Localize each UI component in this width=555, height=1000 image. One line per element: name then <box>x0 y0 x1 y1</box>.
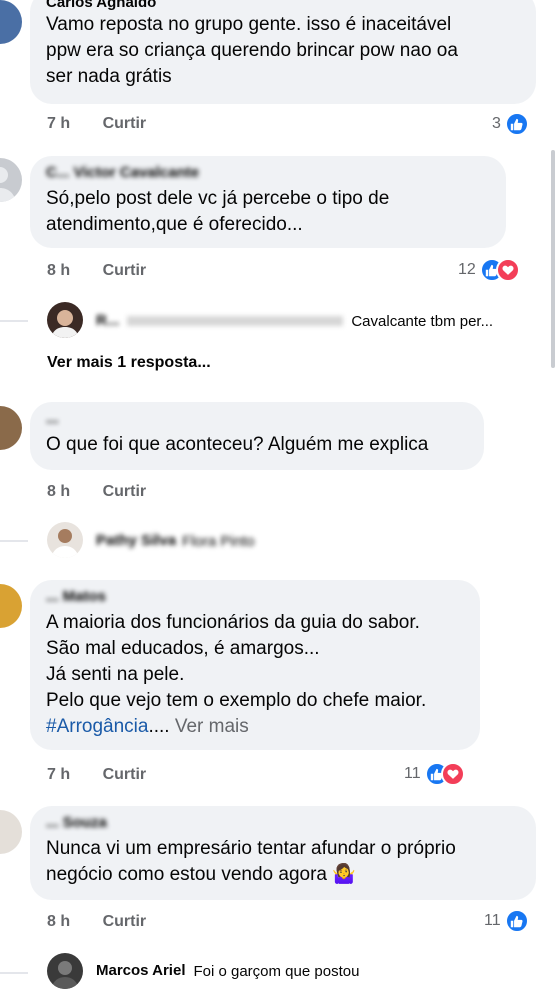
comment-meta: 7 h Curtir <box>47 115 146 133</box>
scrollbar[interactable] <box>551 150 555 368</box>
comment-meta: 8 h Curtir <box>47 913 146 931</box>
reply-preview[interactable]: Marcos Ariel Foi o garçom que postou <box>96 962 359 980</box>
comment-line: Vamo reposta no grupo gente. isso é inac… <box>46 14 452 35</box>
comment-meta: 7 h Curtir <box>47 766 146 784</box>
reaction-count-label: 12 <box>458 261 476 278</box>
reaction-count[interactable]: 3 <box>492 112 529 136</box>
comment-line-last: #Arrogância.... Ver mais <box>46 714 464 740</box>
hashtag-link[interactable]: #Arrogância <box>46 716 148 737</box>
reaction-count[interactable]: 11 <box>404 762 465 786</box>
heart-reaction-icon <box>495 258 520 282</box>
reply-text: Flora Pinto <box>182 532 255 550</box>
thread-connector <box>0 972 28 974</box>
comment-line: Só,pelo post dele vc já percebe o tipo d… <box>46 188 390 209</box>
reply-preview[interactable]: R... Cavalcante tbm per... <box>96 312 536 330</box>
like-button[interactable]: Curtir <box>103 766 147 783</box>
comment-line: São mal educados, é amargos... <box>46 638 320 659</box>
comment-bubble: C... Victor Cavalcante Só,pelo post dele… <box>30 156 506 248</box>
like-button[interactable]: Curtir <box>103 115 147 132</box>
reaction-count[interactable]: 12 <box>458 258 520 282</box>
ellipsis: .... <box>148 716 170 737</box>
reaction-count-label: 3 <box>492 115 501 132</box>
comment-time[interactable]: 8 h <box>47 483 70 500</box>
avatar[interactable] <box>47 953 83 989</box>
comment-line: atendimento,que é oferecido... <box>46 214 303 235</box>
comment-line: ppw era so criança querendo brincar pow … <box>46 40 458 61</box>
heart-reaction-icon <box>440 762 465 786</box>
avatar[interactable] <box>0 584 22 628</box>
comment-line: O que foi que aconteceu? Alguém me expli… <box>46 434 429 455</box>
comment-time[interactable]: 7 h <box>47 115 70 132</box>
comment-bubble: ... O que foi que aconteceu? Alguém me e… <box>30 402 484 470</box>
comment-time[interactable]: 8 h <box>47 913 70 930</box>
comment-author[interactable]: ... <box>46 410 468 428</box>
comment-line: ser nada grátis <box>46 66 172 87</box>
comment-author[interactable]: Carlos Agnaldo <box>46 0 520 12</box>
comment-bubble: ... Matos A maioria dos funcionários da … <box>30 580 480 750</box>
like-reaction-icon <box>504 909 529 933</box>
comment-author[interactable]: C... Victor Cavalcante <box>46 164 490 182</box>
view-more-replies-link[interactable]: Ver mais 1 resposta... <box>47 354 211 372</box>
reply-text: Foi o garçom que postou <box>193 962 360 980</box>
reply-author[interactable]: Marcos Ariel <box>96 962 185 980</box>
comment-line: A maioria dos funcionários da guia do sa… <box>46 612 420 633</box>
comment-meta: 8 h Curtir <box>47 262 146 280</box>
avatar[interactable] <box>0 810 22 854</box>
comment-time[interactable]: 8 h <box>47 262 70 279</box>
like-button[interactable]: Curtir <box>103 483 147 500</box>
reply-author[interactable]: R... <box>96 312 119 330</box>
reaction-count-label: 11 <box>484 912 501 929</box>
thread-connector <box>0 320 28 322</box>
avatar[interactable] <box>47 302 83 338</box>
thread-connector <box>0 540 28 542</box>
comment-line: Pelo que vejo tem o exemplo do chefe mai… <box>46 690 427 711</box>
reaction-count[interactable]: 11 <box>484 909 529 933</box>
reply-preview[interactable]: Pathy Silva Flora Pinto <box>96 532 255 550</box>
reply-text: Cavalcante tbm per... <box>351 312 494 330</box>
reply-author[interactable]: Pathy Silva <box>96 532 176 550</box>
comment-author[interactable]: ... Souza <box>46 814 520 832</box>
comment-meta: 8 h Curtir <box>47 483 146 501</box>
comment-line: Já senti na pele. <box>46 664 185 685</box>
comment-line: Nunca vi um empresário tentar afundar o … <box>46 838 456 859</box>
avatar[interactable] <box>0 406 22 450</box>
see-more-link[interactable]: Ver mais <box>175 716 249 737</box>
comment-bubble: Carlos Agnaldo Vamo reposta no grupo gen… <box>30 0 536 104</box>
reaction-count-label: 11 <box>404 765 421 782</box>
like-reaction-icon <box>504 112 529 136</box>
comment-author[interactable]: ... Matos <box>46 588 464 606</box>
avatar[interactable] <box>0 158 22 202</box>
avatar[interactable] <box>0 0 22 44</box>
redacted-text <box>127 316 344 326</box>
comment-time[interactable]: 7 h <box>47 766 70 783</box>
avatar[interactable] <box>47 522 83 558</box>
like-button[interactable]: Curtir <box>103 913 147 930</box>
comment-line: negócio como estou vendo agora 🤷‍♀️ <box>46 864 356 885</box>
comment-bubble: ... Souza Nunca vi um empresário tentar … <box>30 806 536 900</box>
like-button[interactable]: Curtir <box>103 262 147 279</box>
